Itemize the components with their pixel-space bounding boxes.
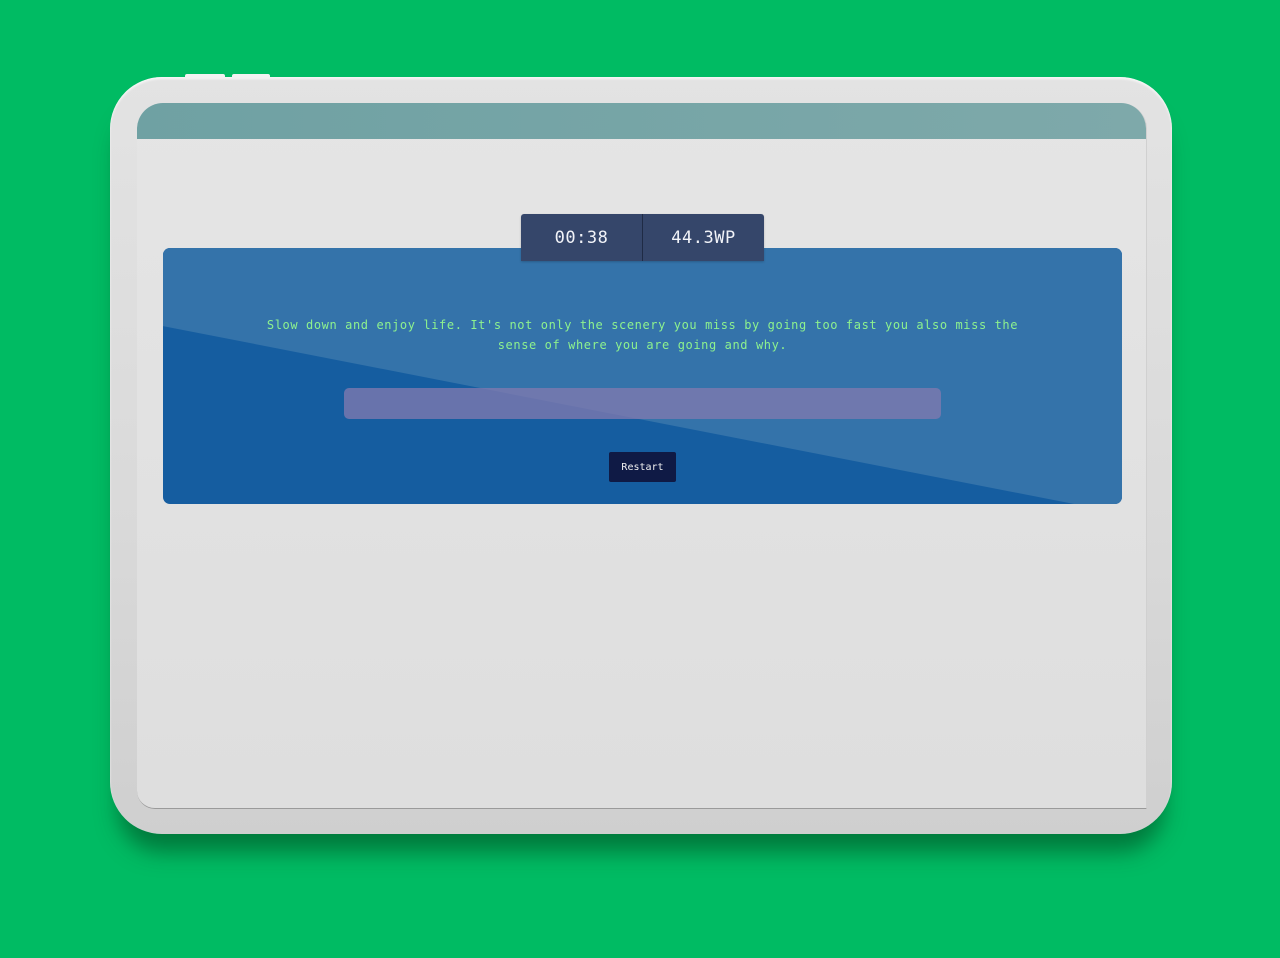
power-button — [232, 74, 270, 78]
volume-button — [185, 74, 225, 78]
stats-panel: 00:38 44.3WP — [521, 214, 764, 261]
app-top-bar — [137, 103, 1146, 139]
desktop-background: 00:38 44.3WP Slow down and enjoy life. I… — [0, 0, 1280, 958]
speed-display: 44.3WP — [671, 227, 736, 248]
typing-test-card: Slow down and enjoy life. It's not only … — [163, 248, 1122, 504]
typing-input[interactable] — [344, 388, 941, 419]
quote-text: Slow down and enjoy life. It's not only … — [266, 318, 1019, 352]
restart-button[interactable]: Restart — [609, 452, 676, 482]
timer-display: 00:38 — [554, 227, 609, 248]
